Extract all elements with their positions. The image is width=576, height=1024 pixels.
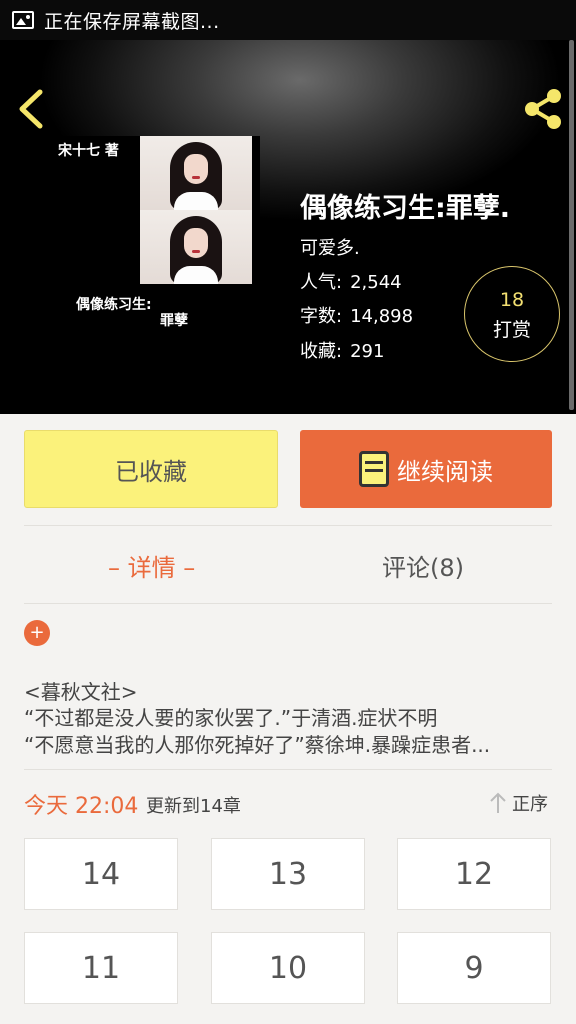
divider xyxy=(24,769,552,770)
image-icon xyxy=(12,11,34,29)
description-line: <暮秋文社> xyxy=(24,680,138,704)
favorite-label: 已收藏 xyxy=(115,457,187,486)
tip-count: 18 xyxy=(499,289,525,311)
cover-photo xyxy=(140,210,252,284)
book-title: 偶像练习生:罪孽. xyxy=(300,193,511,224)
update-text: 更新到14章 xyxy=(146,796,241,817)
description-line: “不过都是没人要的家伙罢了.”于清酒.症状不明 xyxy=(24,706,438,730)
cover-title: 偶像练习生: xyxy=(76,297,152,313)
tab-comments[interactable]: 评论(8) xyxy=(382,548,464,583)
stat-popularity: 人气: 2,544 xyxy=(300,272,402,293)
divider xyxy=(24,603,552,604)
book-author: 可爱多. xyxy=(300,238,360,259)
tip-button[interactable]: 18 打赏 xyxy=(464,266,560,362)
status-bar: 正在保存屏幕截图... xyxy=(0,0,576,40)
book-icon xyxy=(359,451,389,487)
chapter-button[interactable]: 12 xyxy=(397,838,551,910)
status-text: 正在保存屏幕截图... xyxy=(44,10,220,33)
tab-detail[interactable]: – 详情 – xyxy=(108,548,195,583)
update-time: 今天 22:04 xyxy=(24,794,139,819)
chapter-button[interactable]: 14 xyxy=(24,838,178,910)
chapter-button[interactable]: 9 xyxy=(397,932,551,1004)
cover-photo xyxy=(140,136,252,210)
sort-label: 正序 xyxy=(512,794,548,815)
sort-button[interactable]: 正序 xyxy=(488,790,548,816)
divider xyxy=(24,525,552,526)
book-header: 宋十七 著 偶像练习生: 罪孽 偶像练习生:罪孽. 可爱多. 人气: 2,544 … xyxy=(0,40,576,414)
chapter-button[interactable]: 13 xyxy=(211,838,365,910)
favorite-button[interactable]: 已收藏 xyxy=(24,430,278,508)
expand-description-button[interactable]: + xyxy=(24,620,50,646)
description-line: “不愿意当我的人那你死掉好了”蔡徐坤.暴躁症患者... xyxy=(24,733,491,757)
chevron-left-icon xyxy=(19,89,43,129)
book-cover[interactable]: 宋十七 著 偶像练习生: 罪孽 xyxy=(48,136,260,336)
chapter-button[interactable]: 10 xyxy=(211,932,365,1004)
chapter-button[interactable]: 11 xyxy=(24,932,178,1004)
share-button[interactable] xyxy=(520,86,566,132)
back-button[interactable] xyxy=(14,88,48,130)
continue-reading-label: 继续阅读 xyxy=(397,457,493,486)
arrow-up-icon xyxy=(490,792,506,813)
stat-favorites: 收藏: 291 xyxy=(300,341,385,362)
cover-title: 罪孽 xyxy=(160,313,188,329)
scrollbar[interactable] xyxy=(569,40,574,410)
continue-reading-button[interactable]: 继续阅读 xyxy=(300,430,552,508)
cover-author: 宋十七 著 xyxy=(58,143,119,159)
share-icon xyxy=(525,89,561,129)
tip-label: 打赏 xyxy=(492,319,531,341)
stat-word-count: 字数: 14,898 xyxy=(300,306,414,327)
